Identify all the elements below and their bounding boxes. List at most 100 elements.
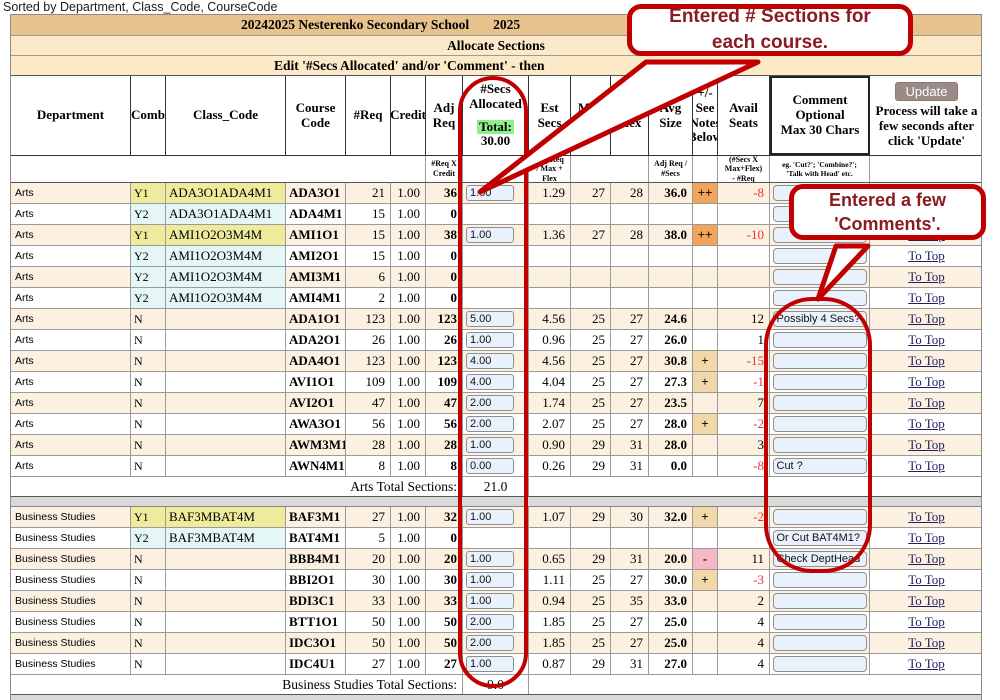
to-top-link[interactable]: To Top (908, 311, 945, 327)
credit-cell: 1.00 (391, 528, 426, 548)
secs-allocated-input[interactable] (466, 185, 514, 201)
to-top-link[interactable]: To Top (908, 374, 945, 390)
to-top-link[interactable]: To Top (908, 572, 945, 588)
secs-allocated-input[interactable] (466, 656, 514, 672)
comment-input[interactable] (773, 593, 867, 609)
department-cell: Arts (11, 309, 131, 329)
comment-input[interactable] (773, 332, 867, 348)
course-code-cell: AVI1O1 (286, 372, 346, 392)
secs-allocated-cell (463, 309, 529, 329)
to-top-link[interactable]: To Top (908, 269, 945, 285)
avail-seats-cell (718, 204, 770, 224)
adj-req-cell: 47 (426, 393, 463, 413)
total-row-filler (529, 675, 983, 694)
secs-allocated-input[interactable] (466, 311, 514, 327)
comment-input[interactable] (773, 395, 867, 411)
to-top-cell: To Top (870, 612, 983, 632)
num-req-cell: 26 (346, 330, 391, 350)
secs-allocated-input[interactable] (466, 395, 514, 411)
to-top-link[interactable]: To Top (908, 395, 945, 411)
department-cell: Arts (11, 351, 131, 371)
avg-size-cell: 32.0 (649, 507, 693, 527)
comment-input[interactable] (773, 311, 867, 327)
to-top-link[interactable]: To Top (908, 353, 945, 369)
max-size-cell (571, 267, 611, 287)
comment-input[interactable] (773, 269, 867, 285)
course-code-cell: BBI2O1 (286, 570, 346, 590)
to-top-link[interactable]: To Top (908, 290, 945, 306)
to-top-link[interactable]: To Top (908, 614, 945, 630)
comment-input[interactable] (773, 551, 867, 567)
class-code-cell (166, 351, 286, 371)
comment-input[interactable] (773, 509, 867, 525)
num-req-cell: 123 (346, 309, 391, 329)
to-top-link[interactable]: To Top (908, 248, 945, 264)
credit-cell: 1.00 (391, 351, 426, 371)
update-button[interactable]: Update (895, 82, 959, 101)
comb-cell: N (131, 591, 166, 611)
comment-input[interactable] (773, 635, 867, 651)
to-top-link[interactable]: To Top (908, 458, 945, 474)
section-total-value: 21.0 (463, 477, 529, 496)
comment-input[interactable] (773, 248, 867, 264)
comment-cell (770, 246, 870, 266)
avg-size-cell: 23.5 (649, 393, 693, 413)
to-top-link[interactable]: To Top (908, 416, 945, 432)
department-cell: Business Studies (11, 612, 131, 632)
comb-cell: Y2 (131, 246, 166, 266)
comb-cell: Y2 (131, 267, 166, 287)
comment-input[interactable] (773, 353, 867, 369)
to-top-link[interactable]: To Top (908, 332, 945, 348)
comment-input[interactable] (773, 416, 867, 432)
est-secs-cell: 1.85 (529, 633, 571, 653)
to-top-link[interactable]: To Top (908, 593, 945, 609)
secs-allocated-input[interactable] (466, 353, 514, 369)
course-code-cell: AMI3M1 (286, 267, 346, 287)
adj-req-cell: 0 (426, 204, 463, 224)
comb-cell: N (131, 330, 166, 350)
avg-size-cell: 20.0 (649, 549, 693, 569)
comment-input[interactable] (773, 614, 867, 630)
to-top-link[interactable]: To Top (908, 530, 945, 546)
secs-allocated-input[interactable] (466, 635, 514, 651)
max-flex-cell: 27 (611, 633, 649, 653)
avg-size-cell: 25.0 (649, 633, 693, 653)
avail-seats-cell (718, 267, 770, 287)
class-code-cell: ADA3O1ADA4M1 (166, 204, 286, 224)
credit-cell: 1.00 (391, 414, 426, 434)
secs-allocated-input[interactable] (466, 572, 514, 588)
secs-allocated-input[interactable] (466, 374, 514, 390)
secs-allocated-input[interactable] (466, 458, 514, 474)
col-header-max-flex: Max Flex (611, 76, 649, 155)
to-top-link[interactable]: To Top (908, 509, 945, 525)
to-top-link[interactable]: To Top (908, 551, 945, 567)
to-top-cell: To Top (870, 570, 983, 590)
to-top-link[interactable]: To Top (908, 656, 945, 672)
max-flex-cell: 28 (611, 225, 649, 245)
secs-allocated-input[interactable] (466, 227, 514, 243)
secs-allocated-cell (463, 330, 529, 350)
to-top-link[interactable]: To Top (908, 635, 945, 651)
comb-cell: N (131, 351, 166, 371)
secs-allocated-input[interactable] (466, 437, 514, 453)
comment-input[interactable] (773, 458, 867, 474)
secs-allocated-input[interactable] (466, 614, 514, 630)
comment-input[interactable] (773, 656, 867, 672)
secs-allocated-input[interactable] (466, 416, 514, 432)
comment-input[interactable] (773, 290, 867, 306)
comment-input[interactable] (773, 437, 867, 453)
secs-allocated-input[interactable] (466, 593, 514, 609)
comment-input[interactable] (773, 530, 867, 546)
sub-header-row: #Req X Credit Adj Req / Max + Flex Adj R… (11, 156, 981, 183)
secs-allocated-input[interactable] (466, 332, 514, 348)
avail-seats-cell: -10 (718, 225, 770, 245)
secs-allocated-input[interactable] (466, 551, 514, 567)
secs-allocated-input[interactable] (466, 509, 514, 525)
avg-size-cell: 36.0 (649, 183, 693, 203)
comment-input[interactable] (773, 374, 867, 390)
est-secs-cell: 1.29 (529, 183, 571, 203)
comment-input[interactable] (773, 572, 867, 588)
credit-cell: 1.00 (391, 204, 426, 224)
plus-minus-cell (693, 246, 718, 266)
to-top-link[interactable]: To Top (908, 437, 945, 453)
